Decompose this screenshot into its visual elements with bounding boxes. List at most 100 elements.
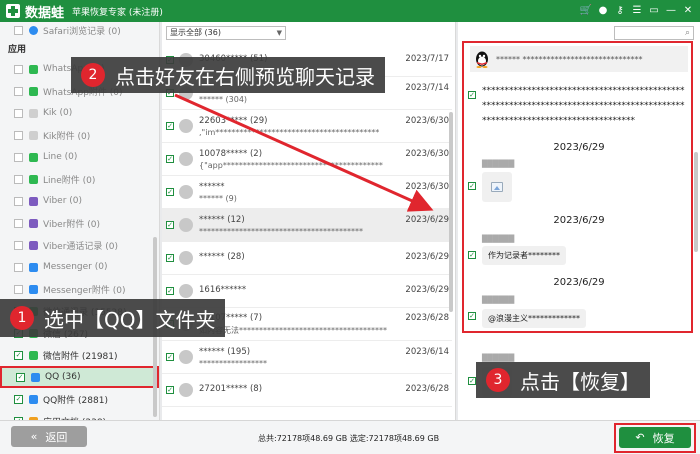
contact-preview: {"app***********************************…	[199, 160, 383, 170]
checkbox[interactable]	[14, 284, 23, 294]
row-checkbox[interactable]: ✓	[166, 221, 174, 229]
search-icon: ⌕	[684, 28, 690, 38]
step3-callout: 3 点击【恢复】	[476, 362, 650, 398]
contact-preview: ****** (9)	[199, 193, 237, 203]
sidebar-item[interactable]: Viber (0)	[0, 190, 159, 212]
contact-row[interactable]: ✓ 10078***** (2) 2023/6/30 {"app***********…	[162, 143, 452, 176]
sidebar-item[interactable]: ✓ QQ附件 (2881)	[0, 388, 159, 410]
back-button[interactable]: « 返回	[11, 426, 87, 447]
close-icon[interactable]: ✕	[682, 4, 694, 16]
contact-name: ******	[199, 181, 225, 192]
step3-text: 点击【恢复】	[520, 369, 640, 394]
avatar	[179, 119, 193, 133]
avatar	[179, 185, 193, 199]
contact-name: ****** (28)	[199, 252, 245, 262]
contact-preview: 如内容无法***********************************…	[199, 325, 387, 335]
checkbox[interactable]: ✓	[16, 372, 25, 382]
row-checkbox[interactable]: ✓	[166, 122, 174, 130]
sidebar-item-safari-history[interactable]: Safari浏览记录 (0)	[0, 22, 159, 38]
sidebar-item[interactable]: Line附件 (0)	[0, 168, 159, 190]
app-icon	[29, 240, 38, 250]
key-icon[interactable]: ⚷	[614, 4, 626, 16]
minimize-icon[interactable]: —	[665, 4, 677, 16]
contact-row[interactable]: ✓ ****** (12) 2023/6/29 *******************…	[162, 209, 452, 242]
app-icon	[29, 284, 38, 294]
user-icon[interactable]: ●	[597, 4, 609, 16]
checkbox[interactable]	[14, 262, 23, 272]
window-controls: 🛒 ● ⚷ ☰ ▭ — ✕	[580, 4, 694, 16]
search-input[interactable]: ⌕	[614, 26, 694, 40]
app-icon	[29, 64, 38, 74]
filter-dropdown[interactable]: 显示全部 (36) ▼	[166, 26, 286, 40]
contact-date: 2023/6/30	[405, 115, 449, 126]
sender-label: ██████	[482, 354, 515, 362]
app-icon	[31, 372, 40, 382]
checkbox[interactable]	[14, 218, 23, 228]
sidebar-item[interactable]: ✓应用文档 (238)	[0, 410, 159, 420]
sidebar-item[interactable]: Line (0)	[0, 146, 159, 168]
contact-date: 2023/6/30	[405, 148, 449, 159]
logo-text: 数据蛙	[25, 4, 65, 20]
sidebar-item[interactable]: Viber通话记录 (0)	[0, 234, 159, 256]
step3-number: 3	[486, 368, 510, 392]
checkbox[interactable]: ✓	[14, 350, 23, 360]
avatar	[179, 383, 193, 397]
list-scrollbar[interactable]	[449, 112, 453, 312]
sidebar-item[interactable]: Messenger附件 (0)	[0, 278, 159, 300]
row-checkbox[interactable]: ✓	[166, 188, 174, 196]
row-checkbox[interactable]: ✓	[166, 155, 174, 163]
contact-row[interactable]: ✓ ****** (28) 2023/6/29	[162, 242, 452, 275]
contact-row[interactable]: ✓ ****** 2023/6/30 ****** (9)	[162, 176, 452, 209]
contact-name: 1616******	[199, 285, 247, 295]
double-chevron-left-icon: «	[30, 430, 38, 443]
sidebar-item[interactable]: ✓ QQ (36)	[0, 366, 159, 388]
sidebar-item[interactable]: Kik (0)	[0, 102, 159, 124]
row-checkbox[interactable]: ✓	[166, 353, 174, 361]
contact-preview: ,"im************************************…	[199, 127, 380, 137]
sidebar-item[interactable]: Messenger (0)	[0, 256, 159, 278]
contact-date: 2023/6/29	[405, 214, 449, 225]
checkbox[interactable]: ✓	[14, 394, 23, 404]
cart-icon[interactable]: 🛒	[580, 4, 592, 16]
menu-icon[interactable]: ☰	[631, 4, 643, 16]
sidebar-section-apps: 应用	[8, 44, 27, 55]
contact-name: 27201***** (8)	[199, 384, 263, 394]
row-checkbox[interactable]: ✓	[166, 254, 174, 262]
contact-preview: *****************	[199, 358, 267, 368]
contact-preview: ****** (304)	[199, 94, 248, 104]
contact-date: 2023/6/14	[405, 346, 449, 357]
contact-date: 2023/6/29	[405, 285, 449, 295]
undo-icon: ↶	[635, 431, 645, 444]
bottom-bar: « 返回 总共:72178项48.69 GB 选定:72178项48.69 GB…	[0, 420, 700, 454]
sidebar-item[interactable]: ✓ 微信附件 (21981)	[0, 344, 159, 366]
app-icon	[29, 262, 38, 272]
message-checkbox[interactable]: ✓	[468, 377, 476, 385]
row-checkbox[interactable]: ✓	[166, 386, 174, 394]
row-checkbox[interactable]: ✓	[166, 287, 174, 295]
contact-row[interactable]: ✓ 22603***** (29) 2023/6/30 ,"im***********…	[162, 110, 452, 143]
recover-button[interactable]: ↶ 恢复	[619, 427, 691, 448]
sidebar-item[interactable]: Viber附件 (0)	[0, 212, 159, 234]
checkbox[interactable]	[14, 174, 23, 184]
contact-name: ****** (195)	[199, 346, 251, 357]
avatar	[179, 152, 193, 166]
app-logo: 数据蛙	[6, 2, 64, 21]
checkbox[interactable]	[14, 25, 23, 35]
contact-date: 2023/6/28	[405, 384, 449, 394]
checkbox[interactable]	[14, 196, 23, 206]
chat-preview-panel: ⌕ ****** ****************************** …	[458, 22, 700, 420]
checkbox[interactable]	[14, 108, 23, 118]
checkbox[interactable]	[14, 130, 23, 140]
avatar	[179, 350, 193, 364]
checkbox[interactable]	[14, 152, 23, 162]
preview-scrollbar[interactable]	[694, 152, 698, 252]
chat-icon[interactable]: ▭	[648, 4, 660, 16]
contact-row[interactable]: ✓ ****** (195) 2023/6/14 *****************	[162, 341, 452, 374]
checkbox[interactable]	[14, 64, 23, 74]
contact-date: 2023/6/29	[405, 252, 449, 262]
checkbox[interactable]	[14, 240, 23, 250]
sidebar-item[interactable]: Kik附件 (0)	[0, 124, 159, 146]
contact-row[interactable]: ✓ 27201***** (8) 2023/6/28	[162, 374, 452, 407]
checkbox[interactable]	[14, 86, 23, 96]
app-icon	[29, 174, 38, 184]
